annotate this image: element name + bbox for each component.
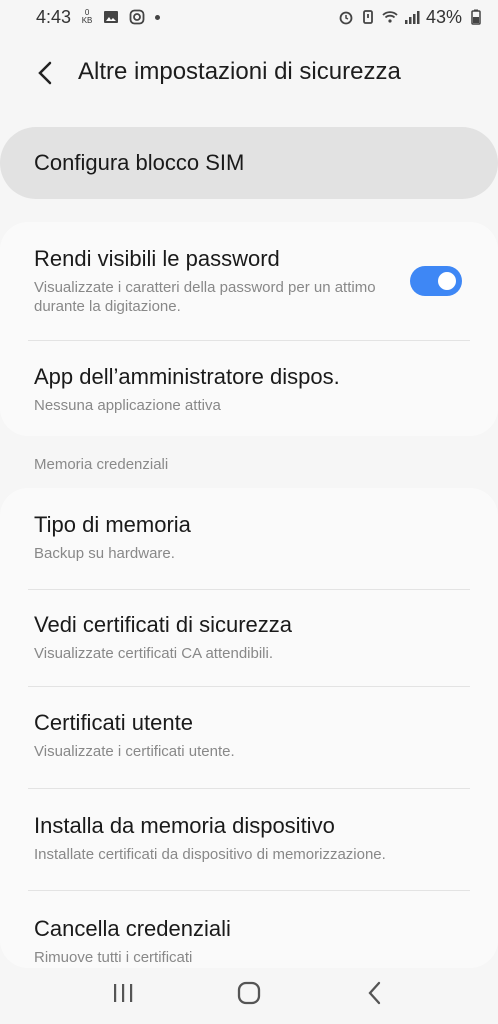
- signal-icon: [404, 11, 420, 24]
- status-bar: 4:43 0 KB 43%: [0, 0, 498, 34]
- data-rate-indicator: 0 KB: [81, 9, 93, 25]
- clear-credentials-row[interactable]: Cancella credenziali Rimuove tutti i cer…: [0, 916, 498, 967]
- view-security-certificates-subtitle: Visualizzate certificati CA attendibili.: [34, 645, 274, 662]
- data-rate-unit: KB: [81, 16, 93, 25]
- page-title: Altre impostazioni di sicurezza: [78, 58, 401, 85]
- divider: [28, 890, 470, 891]
- recent-apps-button[interactable]: [103, 973, 143, 1013]
- storage-type-title: Tipo di memoria: [34, 512, 191, 537]
- install-from-storage-row[interactable]: Installa da memoria dispositivo Installa…: [0, 813, 498, 864]
- general-settings-card: Rendi visibili le password Visualizzate …: [0, 222, 498, 436]
- clock: 4:43: [36, 6, 72, 27]
- show-passwords-toggle[interactable]: [410, 266, 462, 296]
- notification-dot-icon: [155, 14, 161, 20]
- instagram-icon: [129, 9, 145, 25]
- show-passwords-title: Rendi visibili le password: [34, 246, 280, 271]
- install-from-storage-title: Installa da memoria dispositivo: [34, 813, 335, 838]
- view-security-certificates-title: Vedi certificati di sicurezza: [34, 612, 292, 637]
- back-arrow-icon[interactable]: [30, 58, 60, 88]
- power-saving-icon: [363, 10, 373, 24]
- device-admin-apps-row[interactable]: App dell’amministratore dispos. Nessuna …: [0, 364, 498, 415]
- battery-percentage: 43%: [425, 6, 462, 27]
- divider: [28, 340, 470, 341]
- credential-storage-card: Tipo di memoria Backup su hardware. Vedi…: [0, 488, 498, 968]
- divider: [28, 788, 470, 789]
- wifi-icon: [382, 11, 398, 23]
- recent-apps-icon: [114, 984, 133, 1002]
- install-from-storage-subtitle: Installate certificati da dispositivo di…: [34, 846, 386, 863]
- show-passwords-subtitle: Visualizzate i caratteri della password …: [34, 279, 376, 315]
- toggle-knob: [436, 270, 458, 292]
- storage-type-row[interactable]: Tipo di memoria Backup su hardware.: [0, 512, 498, 563]
- device-admin-apps-subtitle: Nessuna applicazione attiva: [34, 397, 221, 414]
- home-icon: [237, 981, 261, 1005]
- user-certificates-title: Certificati utente: [34, 710, 193, 735]
- user-certificates-subtitle: Visualizzate i certificati utente.: [34, 743, 235, 760]
- gallery-icon: [104, 11, 119, 23]
- sim-lock-row[interactable]: Configura blocco SIM: [0, 127, 498, 199]
- back-button[interactable]: [355, 973, 395, 1013]
- navigation-bar: [0, 962, 498, 1024]
- view-security-certificates-row[interactable]: Vedi certificati di sicurezza Visualizza…: [0, 612, 498, 663]
- sim-lock-label: Configura blocco SIM: [34, 150, 245, 175]
- credential-storage-section-label: Memoria credenziali: [34, 456, 169, 473]
- battery-icon: [471, 9, 481, 25]
- back-nav-icon: [368, 981, 381, 1005]
- alarm-icon: [339, 11, 353, 25]
- app-header: Altre impostazioni di sicurezza: [0, 48, 498, 98]
- divider: [28, 686, 470, 687]
- home-button[interactable]: [229, 973, 269, 1013]
- storage-type-subtitle: Backup su hardware.: [34, 545, 175, 562]
- device-admin-apps-title: App dell’amministratore dispos.: [34, 364, 340, 389]
- divider: [28, 589, 470, 590]
- user-certificates-row[interactable]: Certificati utente Visualizzate i certif…: [0, 710, 498, 761]
- clear-credentials-title: Cancella credenziali: [34, 916, 231, 941]
